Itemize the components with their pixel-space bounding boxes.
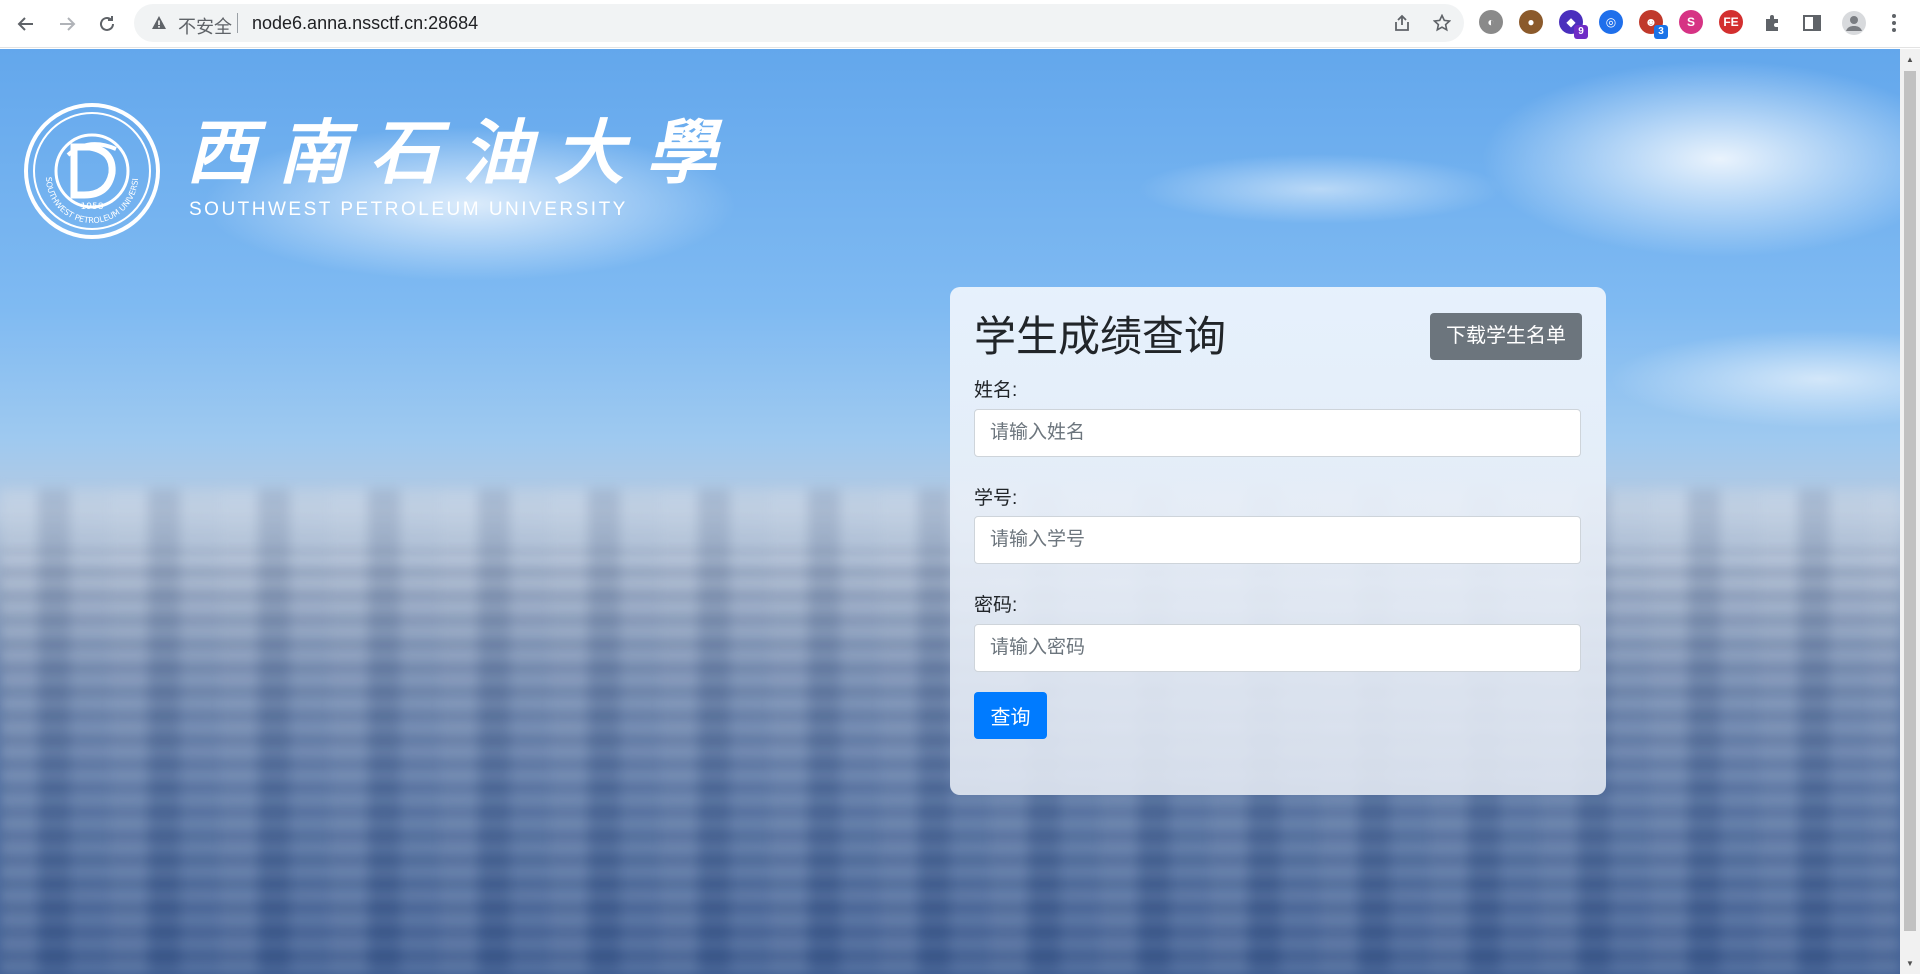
scroll-down-arrow-icon[interactable]: ▼ bbox=[1900, 955, 1920, 971]
seal-year: 1958 bbox=[81, 202, 104, 212]
globe-extension-icon-glyph: ◐ bbox=[1487, 15, 1495, 29]
cookie-extension-icon-glyph: ● bbox=[1527, 15, 1535, 29]
globe-extension-icon[interactable]: ◐ bbox=[1479, 10, 1503, 34]
side-panel-icon[interactable] bbox=[1802, 13, 1822, 33]
warning-triangle-icon[interactable] bbox=[150, 14, 168, 32]
university-name-english: SOUTHWEST PETROLEUM UNIVERSITY bbox=[189, 199, 628, 220]
s-extension-icon[interactable]: S bbox=[1679, 10, 1703, 34]
cookie-extension-icon[interactable]: ● bbox=[1519, 10, 1543, 34]
student-id-input[interactable] bbox=[974, 516, 1581, 564]
student-id-label: 学号: bbox=[974, 488, 1018, 509]
forward-arrow-icon bbox=[60, 17, 76, 31]
reload-icon bbox=[100, 16, 114, 31]
fe-extension-icon-glyph: FE bbox=[1723, 15, 1739, 29]
omnibox-divider bbox=[237, 13, 238, 33]
name-input[interactable] bbox=[974, 409, 1581, 457]
menu-kebab-icon[interactable] bbox=[1884, 13, 1904, 33]
grade-query-card: 学生成绩查询 下载学生名单 姓名: 学号: 密码: 查询 bbox=[950, 287, 1606, 795]
extension-badge: 3 bbox=[1654, 25, 1668, 39]
page-title: 学生成绩查询 bbox=[974, 313, 1227, 360]
password-label: 密码: bbox=[974, 595, 1018, 616]
name-label: 姓名: bbox=[974, 380, 1018, 401]
scroll-up-arrow-icon[interactable]: ▲ bbox=[1900, 51, 1920, 67]
profile-avatar-icon[interactable] bbox=[1842, 11, 1866, 35]
university-name-calligraphy: 西南石油大學 bbox=[186, 111, 738, 194]
circle-extension-icon-glyph: ◎ bbox=[1605, 15, 1617, 29]
page-background: 1958 SOUTHWEST PETROLEUM UNIVERSITY 西南石油… bbox=[0, 49, 1900, 974]
wappalyzer-extension-icon[interactable]: ◆ 9 bbox=[1559, 10, 1588, 39]
vertical-scrollbar[interactable]: ▲ ▼ bbox=[1900, 49, 1920, 974]
url-text[interactable]: node6.anna.nssctf.cn:28684 bbox=[252, 13, 478, 34]
extension-badge: 9 bbox=[1574, 25, 1588, 39]
circle-extension-icon[interactable]: ◎ bbox=[1599, 10, 1623, 34]
download-student-list-button[interactable]: 下载学生名单 bbox=[1430, 313, 1582, 360]
bookmark-star-icon[interactable] bbox=[1432, 13, 1452, 33]
forward-button[interactable] bbox=[51, 8, 83, 40]
query-submit-button[interactable]: 查询 bbox=[974, 692, 1047, 739]
address-bar[interactable]: 不安全 node6.anna.nssctf.cn:28684 bbox=[134, 4, 1464, 42]
back-button[interactable] bbox=[10, 8, 42, 40]
browser-toolbar: 不安全 node6.anna.nssctf.cn:28684 ◐ ● ◆ 9 ◎ ☻ 3 S F… bbox=[0, 0, 1920, 48]
password-input[interactable] bbox=[974, 624, 1581, 672]
s-extension-icon-glyph: S bbox=[1686, 15, 1695, 29]
back-arrow-icon bbox=[17, 17, 33, 31]
security-status-label[interactable]: 不安全 bbox=[178, 13, 232, 39]
scrollbar-thumb[interactable] bbox=[1904, 71, 1916, 931]
puzzle-extensions-icon[interactable] bbox=[1762, 13, 1782, 33]
university-seal-logo: 1958 SOUTHWEST PETROLEUM UNIVERSITY bbox=[24, 103, 160, 239]
avatar-extension-icon[interactable]: ☻ 3 bbox=[1639, 10, 1668, 39]
reload-button[interactable] bbox=[91, 8, 123, 40]
fe-extension-icon[interactable]: FE bbox=[1719, 10, 1743, 34]
share-icon[interactable] bbox=[1392, 13, 1412, 33]
